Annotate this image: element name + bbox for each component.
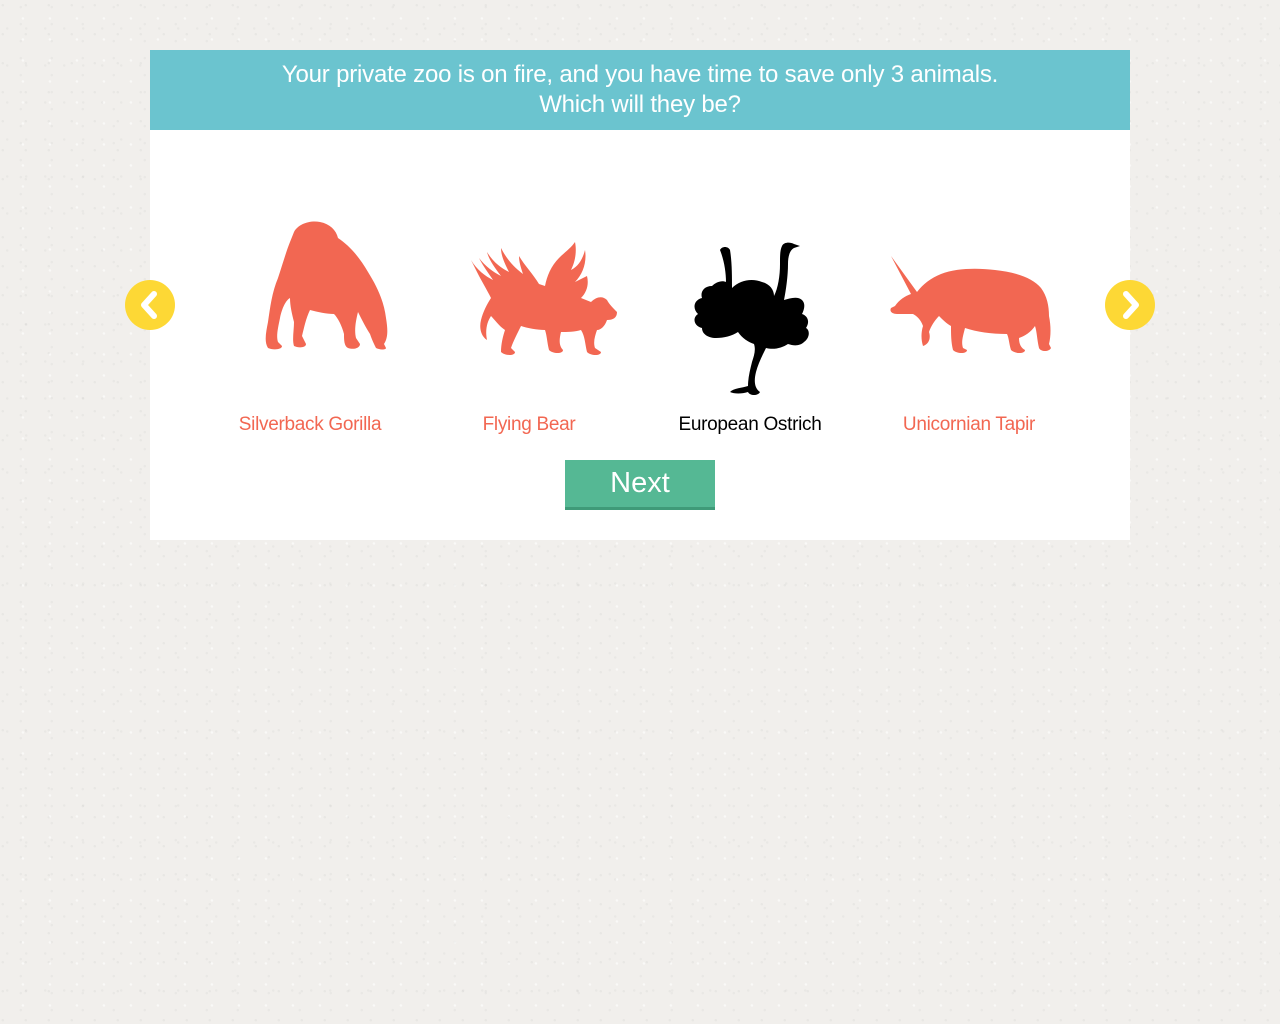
question-line-1: Your private zoo is on fire, and you hav… — [281, 61, 999, 88]
question-line-2: Which will they be? — [539, 91, 741, 118]
animal-carousel: Silverback Gorilla Flying Bear European … — [150, 180, 1130, 460]
question-header: Your private zoo is on fire, and you hav… — [150, 50, 1130, 130]
chevron-left-icon — [141, 291, 157, 319]
animal-label: Flying Bear — [482, 414, 576, 435]
animal-option-european-ostrich[interactable]: European Ostrich — [650, 180, 850, 440]
animal-label: Silverback Gorilla — [238, 414, 382, 435]
next-button[interactable]: Next — [565, 460, 715, 510]
ostrich-icon — [694, 242, 809, 395]
winged-bear-icon — [471, 242, 617, 355]
quiz-card: Your private zoo is on fire, and you hav… — [150, 50, 1130, 540]
unicorn-tapir-icon — [890, 256, 1051, 353]
chevron-right-icon — [1123, 291, 1139, 319]
animal-label: European Ostrich — [678, 414, 822, 435]
animal-label: Unicornian Tapir — [902, 414, 1036, 435]
animal-option-silverback-gorilla[interactable]: Silverback Gorilla — [210, 180, 410, 440]
animal-option-flying-bear[interactable]: Flying Bear — [429, 180, 629, 440]
carousel-prev-button[interactable] — [125, 280, 175, 330]
gorilla-icon — [265, 221, 388, 350]
animal-option-unicornian-tapir[interactable]: Unicornian Tapir — [869, 180, 1069, 440]
carousel-next-button[interactable] — [1105, 280, 1155, 330]
